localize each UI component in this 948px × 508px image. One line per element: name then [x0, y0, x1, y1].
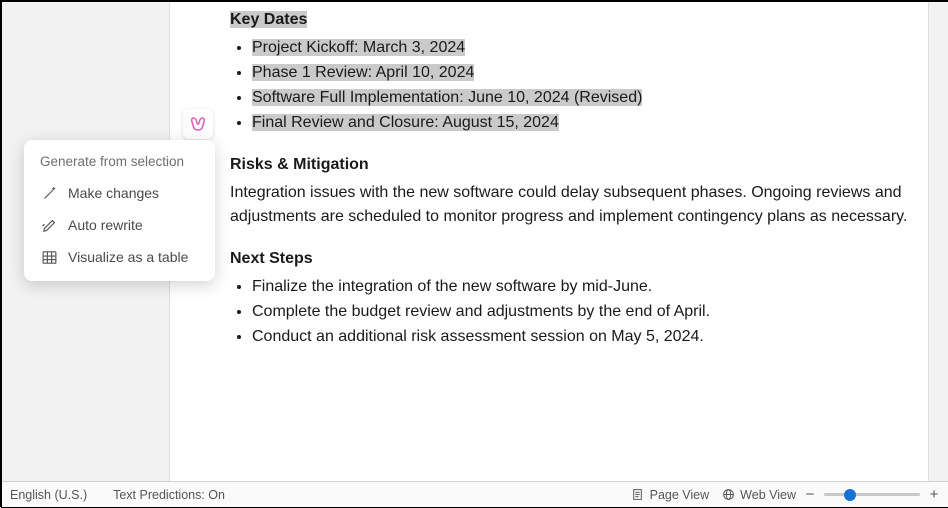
copilot-button[interactable] — [183, 109, 213, 139]
document-page[interactable]: Key Dates Project Kickoff: March 3, 2024… — [169, 2, 929, 481]
risks-body: Integration issues with the new software… — [230, 181, 910, 229]
list-item: Conduct an additional risk assessment se… — [252, 325, 910, 349]
zoom-in-button[interactable]: + — [926, 486, 942, 503]
page-view-icon — [631, 488, 645, 502]
page-view-button[interactable]: Page View — [625, 488, 716, 502]
table-icon — [40, 248, 58, 266]
key-dates-list: Project Kickoff: March 3, 2024 Phase 1 R… — [230, 36, 910, 135]
ctx-item-label: Auto rewrite — [68, 217, 143, 233]
ctx-item-label: Make changes — [68, 185, 159, 201]
ctx-item-visualize-table[interactable]: Visualize as a table — [24, 241, 215, 273]
list-item: Software Full Implementation: June 10, 2… — [252, 86, 910, 110]
copilot-context-menu: Generate from selection Make changes Aut… — [24, 140, 215, 281]
web-view-button[interactable]: Web View — [715, 488, 802, 502]
ctx-item-auto-rewrite[interactable]: Auto rewrite — [24, 209, 215, 241]
pen-icon — [40, 216, 58, 234]
zoom-thumb[interactable] — [844, 489, 856, 501]
context-menu-title: Generate from selection — [24, 152, 215, 177]
zoom-slider[interactable] — [824, 493, 920, 496]
ctx-item-label: Visualize as a table — [68, 249, 188, 265]
next-steps-list: Finalize the integration of the new soft… — [230, 275, 910, 349]
zoom-out-button[interactable]: − — [802, 486, 818, 503]
status-language[interactable]: English (U.S.) — [4, 488, 93, 502]
heading-risks: Risks & Mitigation — [230, 153, 910, 177]
list-item: Phase 1 Review: April 10, 2024 — [252, 61, 910, 85]
list-item: Final Review and Closure: August 15, 202… — [252, 111, 910, 135]
list-item: Project Kickoff: March 3, 2024 — [252, 36, 910, 60]
status-text-predictions[interactable]: Text Predictions: On — [107, 488, 231, 502]
web-view-icon — [721, 488, 735, 502]
heading-next-steps: Next Steps — [230, 247, 910, 271]
list-item: Finalize the integration of the new soft… — [252, 275, 910, 299]
heading-key-dates: Key Dates — [230, 8, 910, 32]
list-item: Complete the budget review and adjustmen… — [252, 300, 910, 324]
wand-icon — [40, 184, 58, 202]
copilot-icon — [189, 115, 207, 133]
ctx-item-make-changes[interactable]: Make changes — [24, 177, 215, 209]
status-bar: English (U.S.) Text Predictions: On Page… — [2, 481, 948, 507]
